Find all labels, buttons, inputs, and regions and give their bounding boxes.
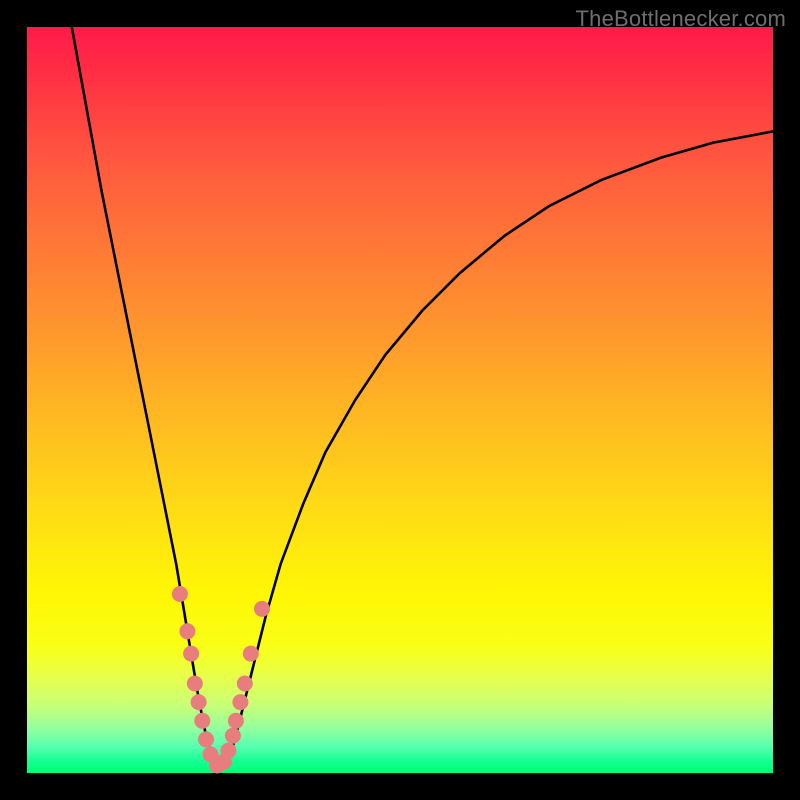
curve-dot: [194, 713, 210, 729]
curve-dot: [232, 694, 248, 710]
curve-dot: [179, 623, 195, 639]
curve-dot: [225, 728, 241, 744]
chart-plot-area: [27, 27, 773, 773]
watermark-text: TheBottlenecker.com: [576, 6, 786, 32]
curve-dot: [228, 713, 244, 729]
curve-dot: [172, 586, 188, 602]
curve-dot: [183, 646, 199, 662]
curve-dot: [243, 646, 259, 662]
curve-dot: [198, 731, 214, 747]
bottleneck-curve: [72, 27, 773, 769]
curve-dot: [191, 694, 207, 710]
chart-frame: TheBottlenecker.com: [0, 0, 800, 800]
curve-dots: [172, 586, 270, 774]
curve-dot: [237, 676, 253, 692]
curve-dot: [254, 601, 270, 617]
curve-dot: [187, 676, 203, 692]
curve-dot: [220, 743, 236, 759]
chart-svg: [27, 27, 773, 773]
